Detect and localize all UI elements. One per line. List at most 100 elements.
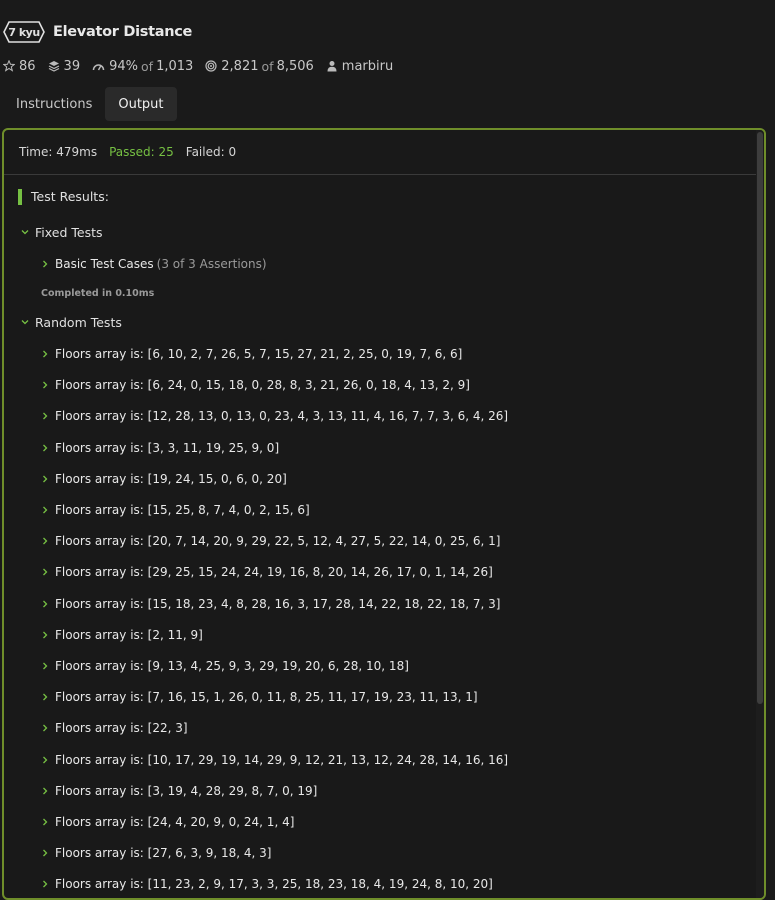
random-test-item[interactable]: Floors array is: [11, 23, 2, 9, 17, 3, 3…: [41, 876, 493, 892]
chevron-right-icon: [43, 756, 48, 764]
kata-title[interactable]: Elevator Distance: [53, 24, 192, 40]
random-test-label: Floors array is: [9, 13, 4, 25, 9, 3, 29…: [55, 659, 409, 673]
random-test-label: Floors array is: [15, 25, 8, 7, 4, 0, 2,…: [55, 503, 310, 517]
collections-count: 39: [63, 58, 81, 74]
chevron-right-icon: [43, 568, 48, 576]
chevron-right-icon: [43, 787, 48, 795]
test-summary: Time: 479ms Passed: 25 Failed: 0: [4, 130, 764, 175]
random-test-item[interactable]: Floors array is: [10, 17, 29, 19, 14, 29…: [41, 752, 508, 768]
chevron-right-icon: [43, 880, 48, 888]
passed-label: Passed: 25: [109, 145, 174, 159]
random-test-label: Floors array is: [12, 28, 13, 0, 13, 0, …: [55, 409, 509, 424]
random-test-label: Floors array is: [11, 23, 2, 9, 17, 3, 3…: [55, 877, 493, 892]
satisfaction-of: of: [141, 58, 154, 74]
completed-of: of: [261, 58, 274, 74]
random-test-label: Floors array is: [2, 11, 9]: [55, 627, 203, 642]
completed-time: Completed in 0.10ms: [41, 288, 155, 299]
collections-stat[interactable]: 39: [48, 58, 81, 74]
basic-test-label: Basic Test Cases: [55, 257, 154, 271]
author-stat[interactable]: marbiru: [326, 59, 393, 74]
random-test-item[interactable]: Floors array is: [20, 7, 14, 20, 9, 29, …: [41, 533, 500, 549]
random-test-label: Floors array is: [6, 10, 2, 7, 26, 5, 7,…: [55, 347, 463, 361]
basic-test-cases[interactable]: Basic Test Cases (3 of 3 Assertions): [41, 256, 267, 272]
random-test-item[interactable]: Floors array is: [7, 16, 15, 1, 26, 0, 1…: [41, 689, 478, 705]
random-test-item[interactable]: Floors array is: [24, 4, 20, 9, 0, 24, 1…: [41, 814, 294, 830]
chevron-right-icon: [43, 506, 48, 514]
gauge-icon: [92, 64, 105, 71]
output-panel: Time: 479ms Passed: 25 Failed: 0 Test Re…: [2, 128, 766, 900]
satisfaction-votes: 1,013: [156, 58, 194, 74]
random-test-item[interactable]: Floors array is: [3, 19, 4, 28, 29, 8, 7…: [41, 783, 317, 799]
fixed-tests-label: Fixed Tests: [35, 224, 103, 240]
star-icon: [3, 60, 15, 72]
random-test-label: Floors array is: [24, 4, 20, 9, 0, 24, 1…: [55, 815, 295, 829]
chevron-right-icon: [43, 444, 48, 452]
layers-icon: [48, 61, 59, 72]
chevron-right-icon: [43, 849, 48, 857]
random-test-label: Floors array is: [6, 24, 0, 15, 18, 0, 2…: [55, 378, 470, 393]
tab-output[interactable]: Output: [105, 87, 177, 121]
random-test-item[interactable]: Floors array is: [12, 28, 13, 0, 13, 0, …: [41, 408, 508, 424]
time-label: Time: 479ms: [19, 145, 98, 159]
random-test-label: Floors array is: [27, 6, 3, 9, 18, 4, 3]: [55, 846, 272, 861]
tab-instructions[interactable]: Instructions: [3, 87, 105, 121]
test-results-heading: Test Results:: [18, 189, 764, 205]
scrollbar-thumb[interactable]: [757, 132, 763, 704]
target-icon: [205, 60, 217, 72]
random-test-item[interactable]: Floors array is: [15, 18, 23, 4, 8, 28, …: [41, 596, 500, 612]
author-name: marbiru: [341, 58, 394, 74]
chevron-right-icon: [43, 662, 48, 670]
kata-stats: 86 39 94% of 1,013 2,821 of 8,506 marbir…: [3, 58, 405, 74]
assertion-count: (3 of 3 Assertions): [156, 257, 267, 271]
stars-stat[interactable]: 86: [3, 59, 36, 74]
chevron-right-icon: [43, 818, 48, 826]
chevron-right-icon: [43, 537, 48, 545]
random-tests-label: Random Tests: [35, 314, 122, 330]
chevron-down-icon: [21, 320, 29, 325]
failed-label: Failed: 0: [185, 145, 237, 159]
rank-badge: 7 kyu: [3, 21, 45, 43]
tab-bar: Instructions Output: [3, 87, 177, 121]
random-test-label: Floors array is: [15, 18, 23, 4, 8, 28, …: [55, 596, 501, 611]
random-test-label: Floors array is: [29, 25, 15, 24, 24, 19…: [55, 565, 493, 580]
random-test-label: Floors array is: [7, 16, 15, 1, 26, 0, 1…: [55, 690, 478, 705]
random-test-item[interactable]: Floors array is: [29, 25, 15, 24, 24, 19…: [41, 564, 493, 580]
chevron-right-icon: [43, 260, 48, 268]
random-test-item[interactable]: Floors array is: [22, 3]: [41, 720, 188, 736]
random-test-item[interactable]: Floors array is: [27, 6, 3, 9, 18, 4, 3]: [41, 845, 272, 861]
chevron-right-icon: [43, 724, 48, 732]
completed-stat: 2,821 of 8,506: [205, 59, 314, 74]
satisfaction-pct: 94%: [109, 58, 138, 74]
random-test-label: Floors array is: [3, 3, 11, 19, 25, 9, 0…: [55, 440, 280, 455]
random-test-item[interactable]: Floors array is: [9, 13, 4, 25, 9, 3, 29…: [41, 658, 409, 674]
chevron-right-icon: [43, 631, 48, 639]
scrollbar[interactable]: [756, 130, 764, 898]
fixed-tests-group[interactable]: Fixed Tests: [21, 224, 103, 240]
chevron-right-icon: [43, 412, 48, 420]
chevron-down-icon: [21, 230, 29, 235]
random-test-label: Floors array is: [10, 17, 29, 19, 14, 29…: [55, 752, 509, 767]
chevron-right-icon: [43, 381, 48, 389]
random-test-item[interactable]: Floors array is: [19, 24, 15, 0, 6, 0, 2…: [41, 471, 287, 487]
random-test-item[interactable]: Floors array is: [2, 11, 9]: [41, 627, 203, 643]
random-test-label: Floors array is: [22, 3]: [55, 721, 188, 736]
chevron-right-icon: [43, 350, 48, 358]
title-row: 7 kyu Elevator Distance: [3, 20, 192, 44]
random-test-label: Floors array is: [3, 19, 4, 28, 29, 8, 7…: [55, 783, 318, 798]
random-test-item[interactable]: Floors array is: [15, 25, 8, 7, 4, 0, 2,…: [41, 502, 310, 518]
random-test-label: Floors array is: [20, 7, 14, 20, 9, 29, …: [55, 534, 501, 549]
chevron-right-icon: [43, 475, 48, 483]
random-tests-group[interactable]: Random Tests: [21, 314, 122, 330]
random-test-label: Floors array is: [19, 24, 15, 0, 6, 0, 2…: [55, 471, 287, 486]
rank-label: 7 kyu: [8, 25, 40, 39]
random-test-item[interactable]: Floors array is: [6, 10, 2, 7, 26, 5, 7,…: [41, 346, 462, 362]
user-icon: [327, 61, 337, 72]
chevron-right-icon: [43, 693, 48, 701]
random-test-item[interactable]: Floors array is: [6, 24, 0, 15, 18, 0, 2…: [41, 377, 470, 393]
stars-count: 86: [19, 58, 36, 74]
random-test-item[interactable]: Floors array is: [3, 3, 11, 19, 25, 9, 0…: [41, 440, 279, 456]
completed-count: 2,821: [221, 58, 259, 74]
attempted-count: 8,506: [276, 58, 314, 74]
chevron-right-icon: [43, 600, 48, 608]
satisfaction-stat: 94% of 1,013: [92, 59, 193, 74]
